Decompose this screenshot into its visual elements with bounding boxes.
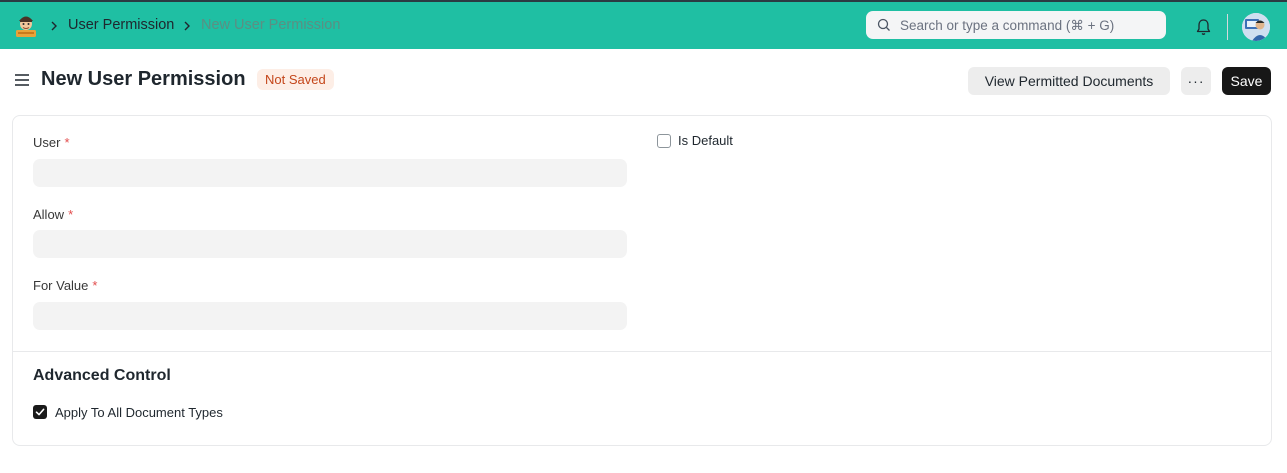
apply-to-all-checkbox[interactable] — [33, 405, 47, 419]
allow-field[interactable] — [33, 230, 627, 258]
for-value-field-label: For Value * — [33, 278, 97, 293]
required-mark: * — [64, 135, 70, 150]
save-button[interactable]: Save — [1222, 67, 1271, 95]
user-label-text: User — [33, 135, 61, 150]
navbar-divider — [1227, 14, 1228, 40]
apply-to-all-label: Apply To All Document Types — [55, 405, 223, 420]
status-badge: Not Saved — [257, 69, 334, 90]
user-field-label: User * — [33, 135, 70, 150]
search-bar[interactable] — [866, 11, 1166, 39]
section-divider — [13, 351, 1271, 352]
user-field[interactable] — [33, 159, 627, 187]
checkmark-icon — [35, 408, 45, 416]
for-value-field[interactable] — [33, 302, 627, 330]
allow-field-label: Allow * — [33, 207, 73, 222]
search-input[interactable] — [900, 11, 1160, 39]
notification-bell-icon[interactable] — [1195, 18, 1212, 36]
chevron-right-icon — [184, 21, 190, 31]
advanced-control-heading: Advanced Control — [33, 367, 171, 384]
sidebar-toggle-icon[interactable] — [14, 72, 30, 88]
navbar: User Permission New User Permission — [0, 0, 1287, 49]
more-actions-button[interactable]: ··· — [1181, 67, 1211, 95]
user-avatar[interactable] — [1242, 13, 1270, 41]
chevron-right-icon — [51, 21, 57, 31]
search-icon — [877, 18, 890, 31]
app-logo-icon[interactable] — [13, 12, 39, 38]
avatar-image-icon — [1242, 13, 1270, 41]
required-mark: * — [68, 207, 74, 222]
page-title: New User Permission — [41, 68, 246, 90]
for-value-label-text: For Value — [33, 278, 89, 293]
view-permitted-documents-button[interactable]: View Permitted Documents — [968, 67, 1170, 95]
allow-label-text: Allow — [33, 207, 65, 222]
breadcrumb-user-permission[interactable]: User Permission — [68, 17, 174, 33]
form-card: User * Allow * For Value * Is Default Advan… — [12, 115, 1272, 446]
breadcrumb-current: New User Permission — [201, 17, 341, 33]
required-mark: * — [92, 278, 98, 293]
is-default-label: Is Default — [678, 133, 733, 148]
is-default-checkbox[interactable] — [657, 134, 671, 148]
